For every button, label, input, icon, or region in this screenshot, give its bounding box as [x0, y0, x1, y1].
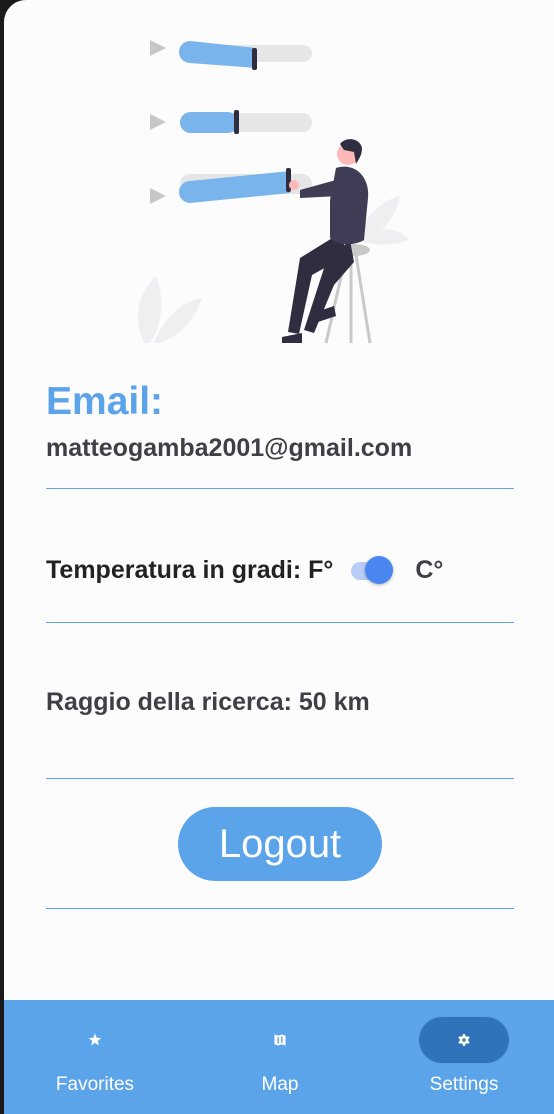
person-figure	[282, 139, 369, 343]
slider-fill	[180, 112, 238, 133]
star-icon	[88, 1033, 102, 1046]
map-icon	[274, 1034, 286, 1046]
divider	[46, 908, 514, 909]
settings-screen: Email: matteogamba2001@gmail.com Tempera…	[4, 0, 554, 1114]
divider	[46, 778, 514, 779]
temperature-label: Temperatura in gradi: F°	[46, 555, 334, 584]
temperature-setting-row: Temperatura in gradi: F° C°	[46, 552, 443, 588]
toggle-thumb	[365, 556, 394, 584]
bottom-navigation: Favorites Map Settings	[4, 1000, 554, 1114]
slider-handle	[252, 48, 257, 70]
slider-handle	[234, 110, 239, 134]
gear-icon	[458, 1034, 470, 1046]
search-radius-label: Raggio della ricerca: 50 km	[46, 688, 370, 716]
nav-item-settings[interactable]: Settings	[404, 1000, 524, 1114]
sliders-illustration	[137, 40, 410, 344]
nav-label-settings: Settings	[429, 1074, 499, 1095]
slider-handle	[286, 168, 291, 192]
leaf-shape-left	[137, 276, 202, 343]
divider	[46, 488, 514, 489]
nav-item-favorites[interactable]: Favorites	[35, 1000, 155, 1114]
temperature-unit-celsius: C°	[415, 555, 444, 584]
play-icon	[150, 40, 166, 56]
nav-label-favorites: Favorites	[55, 1074, 135, 1095]
temperature-unit-toggle[interactable]	[349, 555, 395, 585]
play-icon	[150, 114, 166, 130]
logout-button[interactable]: Logout	[178, 807, 382, 881]
nav-label-map: Map	[261, 1074, 299, 1095]
play-icon	[150, 188, 166, 204]
email-value: matteogamba2001@gmail.com	[46, 434, 413, 462]
nav-item-map[interactable]: Map	[220, 1000, 340, 1114]
email-label: Email:	[46, 380, 164, 423]
divider	[46, 622, 514, 623]
